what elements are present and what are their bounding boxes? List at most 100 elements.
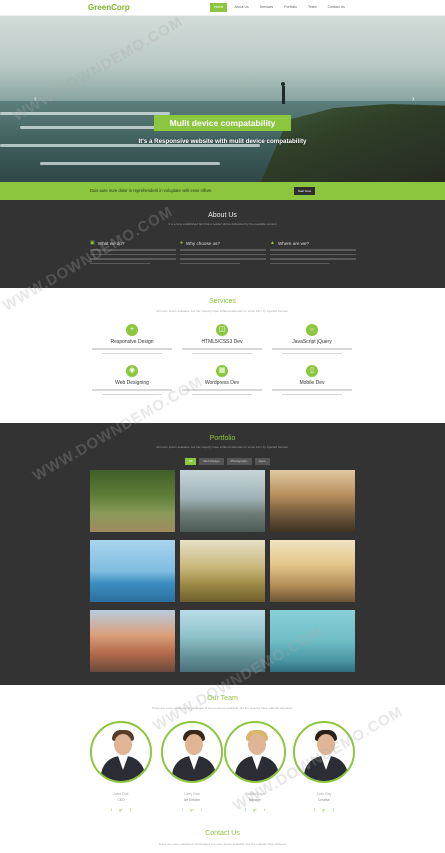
member-role: Creative — [318, 798, 330, 802]
avatar — [224, 721, 286, 783]
service-item[interactable]: ▯ Mobile Dev — [267, 365, 357, 395]
member-name: Larry Doe — [184, 792, 200, 796]
service-title: Responsive Design — [110, 339, 154, 345]
start-now-button[interactable]: Start Now — [294, 187, 315, 195]
about-column-title: Where are we? — [277, 240, 310, 246]
services-title: Services — [209, 298, 236, 305]
twitter-icon[interactable]: t — [201, 808, 202, 812]
member-name: Joan Ray — [316, 792, 332, 796]
social-links: f g+ t — [160, 808, 224, 812]
text-line — [90, 258, 176, 260]
social-links: f g+ t — [89, 808, 153, 812]
facebook-icon[interactable]: f — [314, 808, 315, 812]
facebook-icon[interactable]: f — [111, 808, 112, 812]
text-line — [192, 352, 252, 354]
avatar — [161, 721, 223, 783]
facebook-icon[interactable]: f — [182, 808, 183, 812]
text-line — [270, 258, 356, 260]
member-role: Manager — [248, 798, 262, 802]
text-line — [102, 352, 162, 354]
portfolio-item-forest-road[interactable] — [90, 470, 175, 532]
menu-item-services[interactable]: Services — [256, 3, 277, 12]
main-menu: Home About Us Services Portfolio Team Co… — [210, 3, 349, 12]
service-title: HTML5/CSS3 Dev — [201, 339, 243, 345]
google-plus-icon[interactable]: g+ — [253, 808, 257, 812]
text-line — [90, 249, 176, 251]
about-column: ● Why choose us? — [180, 240, 266, 264]
portfolio-item-palm-street[interactable] — [180, 610, 265, 672]
team-member: Larry Doe Art Director f g+ t — [160, 721, 224, 812]
globe-icon: ◉ — [126, 365, 138, 377]
portfolio-item-pier[interactable] — [270, 540, 355, 602]
about-column-title: What we do? — [97, 240, 125, 246]
slider-next-arrow-icon[interactable]: › — [412, 94, 415, 103]
text-line — [270, 249, 356, 251]
text-line — [180, 253, 266, 255]
site-logo[interactable]: GreenCorp — [88, 3, 130, 12]
about-column: ▣ What we do? — [90, 240, 176, 264]
service-item[interactable]: ▦ Wordpress Dev — [177, 365, 267, 395]
portfolio-subtitle: All lorem ipsum available, but the major… — [156, 445, 289, 449]
portfolio-item-sunset-hills[interactable] — [270, 470, 355, 532]
service-item[interactable]: + Responsive Design — [87, 324, 177, 354]
team-member: John Doe CEO f g+ t — [89, 721, 153, 812]
wave-line — [40, 162, 220, 165]
member-name: Ranith Kays — [245, 792, 265, 796]
portfolio-item-cable-car[interactable] — [270, 610, 355, 672]
services-section: Services All lorem ipsum available, but … — [0, 288, 445, 423]
portfolio-item-field-path[interactable] — [180, 540, 265, 602]
avatar — [90, 721, 152, 783]
menu-item-about[interactable]: About Us — [230, 3, 252, 12]
portfolio-item-sitting-man[interactable] — [180, 470, 265, 532]
twitter-icon[interactable]: t — [264, 808, 265, 812]
menu-item-contact[interactable]: Contact Us — [324, 3, 349, 12]
avatar — [293, 721, 355, 783]
services-subtitle: All lorem ipsum available, but the major… — [156, 309, 289, 313]
social-links: f g+ t — [223, 808, 287, 812]
portfolio-filters: All Web Design Photography Apps — [185, 458, 270, 465]
about-column: ▲ Where are we? — [270, 240, 356, 264]
portfolio-section: Portfolio All lorem ipsum available, but… — [0, 423, 445, 685]
contact-title: Contact Us — [205, 830, 240, 837]
service-item[interactable]: ◉ Web Designing — [87, 365, 177, 395]
menu-item-home[interactable]: Home — [210, 3, 228, 12]
google-plus-icon[interactable]: g+ — [190, 808, 194, 812]
service-item[interactable]: ◫ HTML5/CSS3 Dev — [177, 324, 267, 354]
portfolio-title: Portfolio — [209, 435, 236, 442]
slider-prev-arrow-icon[interactable]: ‹ — [34, 94, 37, 103]
contact-section: Contact Us There are many variations of … — [0, 820, 445, 853]
filter-web-design[interactable]: Web Design — [199, 458, 224, 465]
text-line — [180, 249, 266, 251]
twitter-icon[interactable]: t — [333, 808, 334, 812]
service-item[interactable]: ☼ JavaScript jQuery — [267, 324, 357, 354]
menu-item-portfolio[interactable]: Portfolio — [280, 3, 301, 12]
team-subtitle: There are many variations of passages of… — [151, 706, 294, 710]
text-line — [282, 352, 342, 354]
plus-icon: + — [126, 324, 138, 336]
menu-item-team[interactable]: Team — [304, 3, 321, 12]
google-plus-icon[interactable]: g+ — [119, 808, 123, 812]
text-line — [90, 253, 176, 255]
google-plus-icon[interactable]: g+ — [322, 808, 326, 812]
text-line — [192, 393, 252, 395]
hero-person-figure — [279, 82, 287, 104]
filter-apps[interactable]: Apps — [254, 458, 270, 465]
text-line — [102, 393, 162, 395]
twitter-icon[interactable]: t — [130, 808, 131, 812]
filter-photography[interactable]: Photography — [226, 458, 252, 465]
service-title: JavaScript jQuery — [292, 339, 332, 345]
portfolio-item-city[interactable] — [90, 610, 175, 672]
team-member: Joan Ray Creative f g+ t — [292, 721, 356, 812]
facebook-icon[interactable]: f — [245, 808, 246, 812]
laptop-icon: ▣ — [90, 240, 95, 246]
team-title: Our Team — [207, 695, 238, 702]
hero-title: Mulit device compatability — [154, 115, 291, 131]
service-title: Web Designing — [115, 380, 149, 386]
about-subtitle: It is a long established fact that a rea… — [168, 222, 277, 226]
help-icon: ● — [180, 240, 184, 246]
mobile-icon: ▯ — [306, 365, 318, 377]
promo-text: Duis aute irure dolor in reprehenderit i… — [90, 188, 213, 193]
contact-subtitle: There are many variations of passages of… — [158, 842, 287, 846]
filter-all[interactable]: All — [185, 458, 197, 465]
portfolio-item-seagull[interactable] — [90, 540, 175, 602]
